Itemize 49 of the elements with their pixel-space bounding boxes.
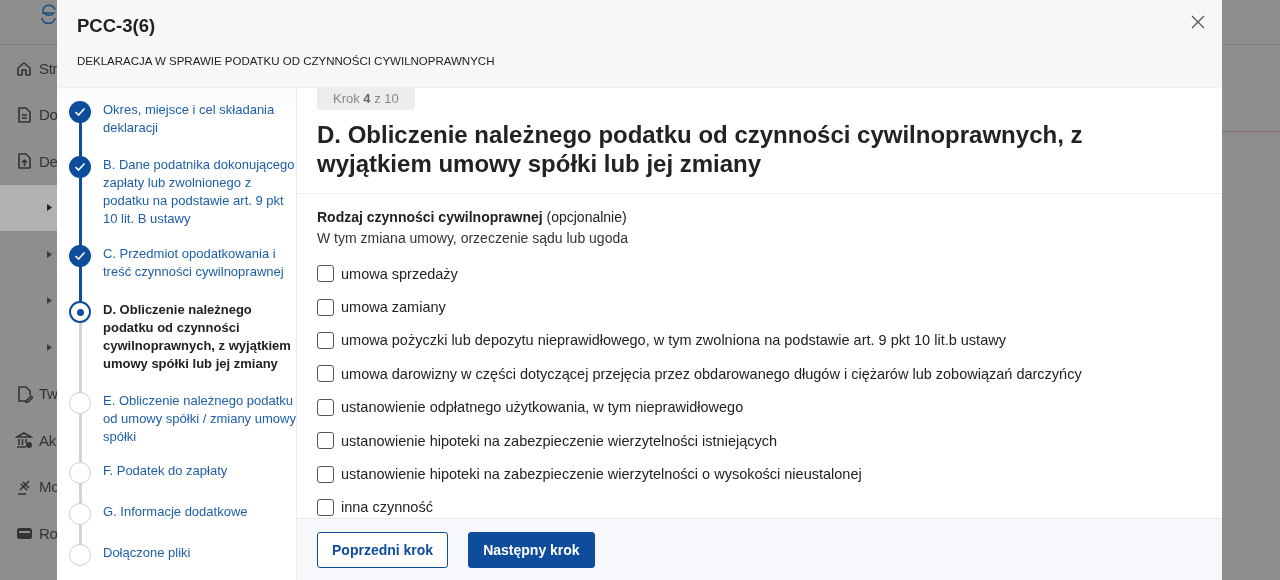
checkbox-label[interactable]: umowa zamiany (341, 299, 446, 316)
checkbox[interactable] (317, 398, 334, 416)
caret-icon (47, 250, 52, 258)
step-link[interactable]: Dołączone pliki (103, 544, 296, 566)
document-upload-icon (15, 152, 33, 171)
field-label: Rodzaj czynności cywilnoprawnej (opcjonalnie) (317, 208, 628, 226)
checkbox-label[interactable]: umowa darowizny w części dotyczącej przejęcia przez obdarowanego długów i ciężarów lub zobowiązań darczyńcy (341, 365, 1082, 382)
checkbox-label[interactable]: ustanowienie hipoteki na zabezpieczenie wierzytelności o wysokości nieustalonej (341, 466, 862, 483)
document-edit-icon (15, 384, 33, 403)
sidebar-item[interactable]: Tw (39, 385, 58, 403)
document-icon (15, 105, 33, 124)
checkbox[interactable] (317, 432, 334, 450)
step-link[interactable]: F. Podatek do zapłaty (103, 462, 296, 484)
caret-icon (47, 343, 52, 351)
checkbox-label[interactable]: ustanowienie hipoteki na zabezpieczenie wierzytelności istniejących (341, 432, 778, 449)
previous-step-button[interactable]: Poprzedni krok (317, 531, 449, 568)
caret-icon (47, 297, 52, 305)
close-icon[interactable] (1191, 15, 1205, 29)
logo-icon (40, 4, 57, 24)
checkbox[interactable] (317, 498, 334, 516)
checkbox-label[interactable]: umowa pożyczki lub depozytu nieprawidłowego, w tym zwolniona na podstawie art. 9 pkt 10 lit.b ustawy (341, 332, 1006, 349)
step-link[interactable]: G. Informacje dodatkowe (103, 503, 296, 525)
field-hint: W tym zmiana umowy, orzeczenie sądu lub ugoda (317, 229, 629, 247)
checkbox[interactable] (317, 365, 334, 383)
checkbox[interactable] (317, 265, 334, 283)
caret-icon (47, 204, 52, 212)
sidebar-item[interactable]: Do (39, 106, 58, 124)
home-icon (15, 59, 33, 78)
section-heading: D. Obliczenie należnego podatku od czynności cywilnoprawnych, z wyjątkiem umowy spółki lub jej zmiany (317, 120, 1084, 178)
step-link[interactable]: Okres, miejsce i cel składania deklaracji (103, 101, 296, 137)
dialog-subtitle: DEKLARACJA W SPRAWIE PODATKU OD CZYNNOŚCI CYWILNOPRAWNYCH (77, 55, 495, 67)
checkbox-label[interactable]: inna czynność (341, 499, 433, 516)
step-counter: Krok 4 z 10 (317, 88, 415, 110)
sidebar-item[interactable]: Ro (39, 524, 58, 542)
step-link[interactable]: E. Obliczenie należnego podatku od umowy spółki / zmiany umowy spółki (103, 392, 296, 446)
dialog-title: PCC-3(6) (77, 15, 156, 37)
checkbox[interactable] (317, 298, 334, 316)
checkbox-label[interactable]: ustanowienie odpłatnego użytkowania, w tym nieprawidłowego (341, 399, 744, 416)
step-link[interactable]: D. Obliczenie należnego podatku od czynności cywilnoprawnych, z wyjątkiem umowy spółki lub jej zmiany (103, 301, 296, 373)
step-link[interactable]: B. Dane podatnika dokonującego zapłaty lub zwolnionego z podatku na podstawie art. 9 pkt 10 lit. B ustawy (103, 156, 296, 228)
sidebar-item[interactable]: Str (39, 59, 58, 77)
checkbox[interactable] (317, 331, 334, 349)
sidebar-item[interactable]: Ak (39, 431, 56, 449)
checkbox[interactable] (317, 465, 334, 483)
bank-icon (15, 431, 33, 450)
step-link[interactable]: C. Przedmiot opodatkowania i treść czynności cywilnoprawnej (103, 245, 296, 281)
next-step-button[interactable]: Następny krok (468, 531, 595, 568)
sidebar-item[interactable]: De (39, 152, 58, 170)
checkbox-label[interactable]: umowa sprzedaży (341, 265, 458, 282)
